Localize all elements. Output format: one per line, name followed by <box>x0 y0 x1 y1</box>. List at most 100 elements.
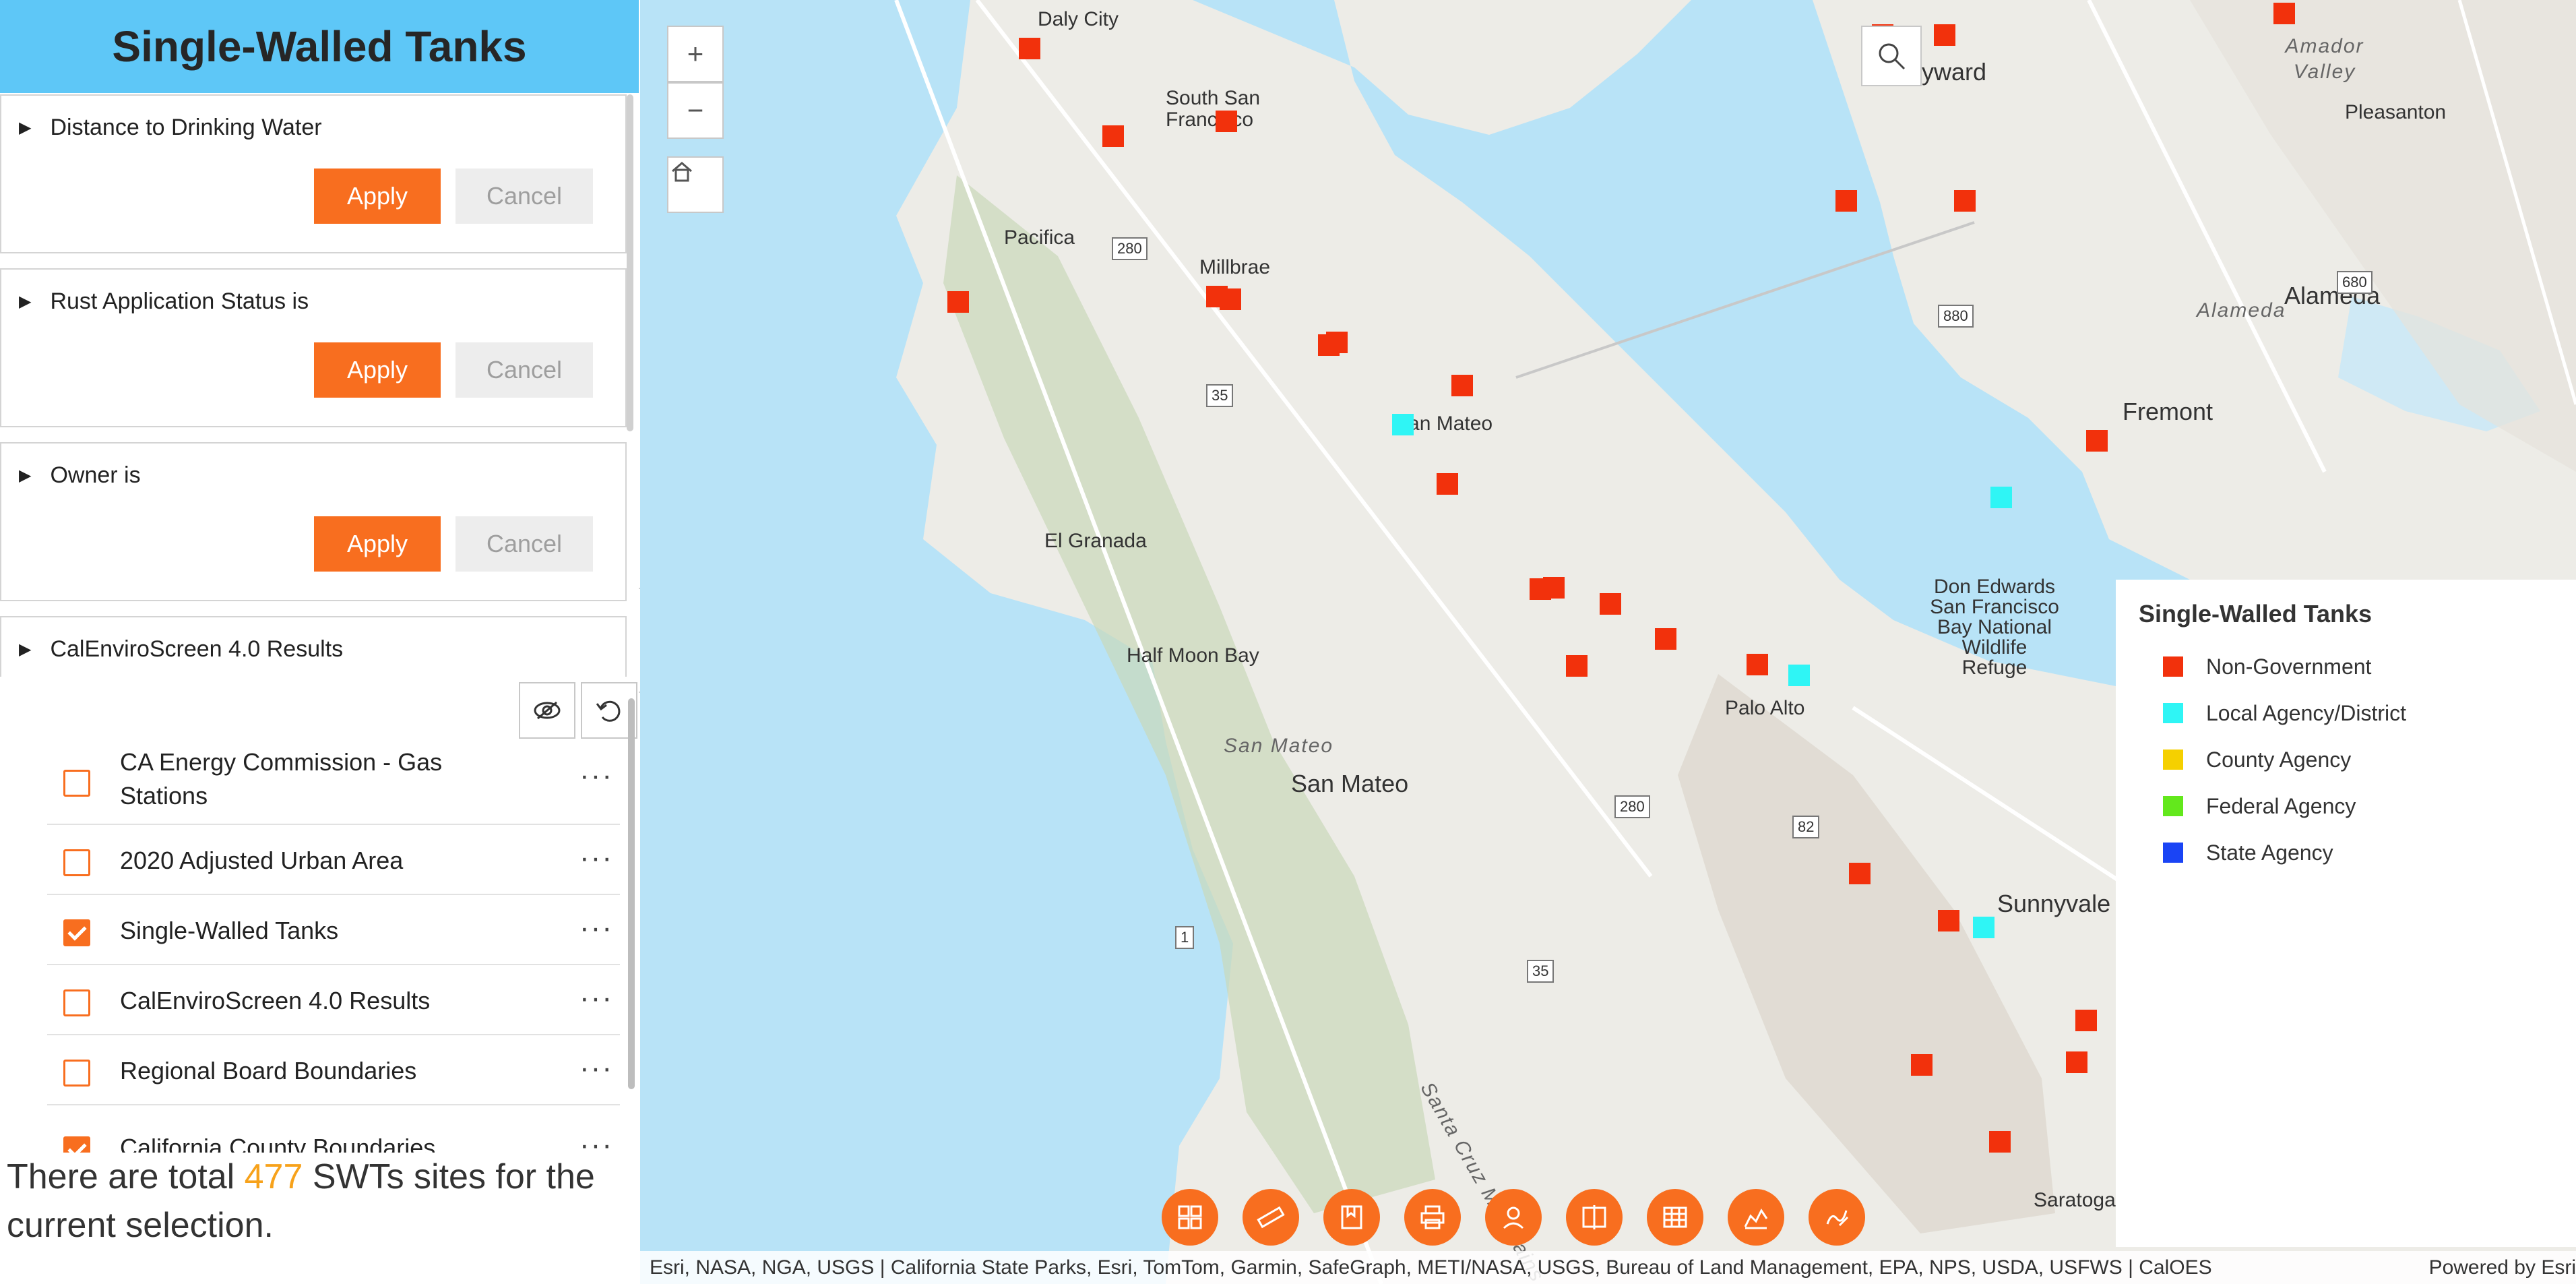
layer-row[interactable]: CalEnviroScreen 4.0 Results ··· <box>47 965 620 1035</box>
filter-expander-calenviroscreen[interactable]: ▶ CalEnviroScreen 4.0 Results <box>19 636 343 663</box>
layers-scrollbar[interactable] <box>628 698 635 1089</box>
cancel-button[interactable]: Cancel <box>455 342 593 398</box>
visibility-toggle-icon[interactable] <box>519 682 575 739</box>
layer-checkbox[interactable] <box>63 989 90 1016</box>
locate-icon[interactable] <box>1485 1189 1542 1246</box>
more-options-icon[interactable]: ··· <box>579 759 613 793</box>
tank-marker[interactable] <box>1954 190 1976 212</box>
tank-marker[interactable] <box>1973 917 1994 938</box>
chart-icon[interactable] <box>1728 1189 1784 1246</box>
tank-marker[interactable] <box>1102 125 1124 147</box>
tank-marker[interactable] <box>1938 910 1959 931</box>
tank-marker[interactable] <box>1911 1054 1933 1076</box>
layer-checkbox[interactable] <box>63 1060 90 1087</box>
tank-marker[interactable] <box>2086 430 2108 452</box>
tank-marker[interactable] <box>1566 655 1588 677</box>
layer-checkbox[interactable] <box>63 849 90 876</box>
place-label: Pleasanton <box>2345 101 2447 123</box>
layer-checkbox-checked[interactable] <box>63 919 90 946</box>
region-label: Amador Valley <box>2285 35 2364 83</box>
place-label: Pacifica <box>1004 226 1075 249</box>
layer-row[interactable]: Regional Board Boundaries ··· <box>47 1035 620 1105</box>
filter-expander-rust[interactable]: ▶ Rust Application Status is <box>19 288 309 315</box>
tank-marker[interactable] <box>1989 1131 2011 1153</box>
tank-marker[interactable] <box>1655 628 1676 650</box>
search-icon[interactable] <box>1861 26 1922 86</box>
layer-name: Single-Walled Tanks <box>120 917 339 944</box>
tank-marker[interactable] <box>1019 38 1040 59</box>
filter-card-owner: ▶ Owner is Apply Cancel <box>0 442 627 601</box>
legend-swatch <box>2163 843 2183 863</box>
filter-card-rust: ▶ Rust Application Status is Apply Cance… <box>0 268 627 427</box>
place-label: Millbrae <box>1199 256 1271 278</box>
more-options-icon[interactable]: ··· <box>579 911 613 945</box>
region-label: Alameda <box>2197 299 2286 322</box>
cancel-button[interactable]: Cancel <box>455 516 593 572</box>
draw-icon[interactable] <box>1809 1189 1865 1246</box>
legend-label: Non-Government <box>2206 654 2372 679</box>
measure-icon[interactable] <box>1243 1189 1299 1246</box>
legend-item: County Agency <box>2163 743 2351 776</box>
legend-swatch <box>2163 703 2183 723</box>
layer-row[interactable]: 2020 Adjusted Urban Area ··· <box>47 825 620 895</box>
tank-marker[interactable] <box>1835 190 1857 212</box>
more-options-icon[interactable]: ··· <box>579 841 613 875</box>
tank-marker[interactable] <box>1788 665 1810 686</box>
tank-marker[interactable] <box>2066 1051 2087 1073</box>
place-label: Half Moon Bay <box>1127 644 1259 667</box>
tank-marker[interactable] <box>1451 375 1473 396</box>
summary-prefix: There are total <box>7 1157 245 1196</box>
region-label: San Mateo <box>1224 735 1334 757</box>
tank-marker[interactable] <box>1437 473 1458 495</box>
tank-marker[interactable] <box>1216 111 1237 132</box>
layer-row[interactable]: Single-Walled Tanks ··· <box>47 895 620 965</box>
filter-expander-distance[interactable]: ▶ Distance to Drinking Water <box>19 115 322 141</box>
tank-marker[interactable] <box>1849 863 1871 884</box>
tank-marker[interactable] <box>1990 487 2012 508</box>
tank-marker[interactable] <box>947 291 969 313</box>
tank-marker[interactable] <box>2273 3 2295 24</box>
zoom-in-button[interactable]: + <box>667 26 724 82</box>
home-icon[interactable] <box>667 156 724 213</box>
filters-scrollbar[interactable] <box>627 94 633 431</box>
tank-marker[interactable] <box>1543 577 1565 599</box>
legend-label: State Agency <box>2206 840 2333 865</box>
layer-checkbox[interactable] <box>63 770 90 797</box>
apply-button[interactable]: Apply <box>314 516 441 572</box>
table-icon[interactable] <box>1647 1189 1703 1246</box>
powered-by-link[interactable]: Powered by Esri <box>2429 1251 2576 1284</box>
legend-label: Federal Agency <box>2206 793 2356 818</box>
bookmark-icon[interactable] <box>1323 1189 1380 1246</box>
layer-name: CalEnviroScreen 4.0 Results <box>120 987 431 1014</box>
tank-marker[interactable] <box>1747 654 1768 675</box>
layer-row[interactable]: CA Energy Commission - Gas Stations ··· <box>47 741 620 825</box>
legend-panel: Single-Walled Tanks Non-Government Local… <box>2116 580 2576 1247</box>
legend-label: County Agency <box>2206 747 2352 772</box>
place-label: Sunnyvale <box>1997 890 2111 917</box>
cancel-button[interactable]: Cancel <box>455 169 593 224</box>
swipe-icon[interactable] <box>1566 1189 1623 1246</box>
filter-label: CalEnviroScreen 4.0 Results <box>50 636 344 662</box>
print-icon[interactable] <box>1404 1189 1461 1246</box>
filter-expander-owner[interactable]: ▶ Owner is <box>19 462 141 489</box>
tank-marker[interactable] <box>1934 24 1955 46</box>
selection-summary: There are total 477 SWTs sites for the c… <box>7 1153 633 1250</box>
filter-card-calenviroscreen: ▶ CalEnviroScreen 4.0 Results <box>0 616 627 677</box>
tank-marker[interactable] <box>1326 332 1348 353</box>
caret-right-icon: ▶ <box>19 293 32 311</box>
tank-marker[interactable] <box>2075 1010 2097 1031</box>
summary-count: 477 <box>244 1157 303 1196</box>
legend-title: Single-Walled Tanks <box>2139 600 2373 628</box>
apply-button[interactable]: Apply <box>314 169 441 224</box>
grid-icon[interactable] <box>1162 1189 1218 1246</box>
zoom-out-button[interactable]: − <box>667 82 724 139</box>
tank-marker[interactable] <box>1600 593 1621 615</box>
legend-item: Local Agency/District <box>2163 696 2406 730</box>
map-attribution: Esri, NASA, NGA, USGS | California State… <box>640 1251 2576 1284</box>
apply-button[interactable]: Apply <box>314 342 441 398</box>
tank-marker[interactable] <box>1392 414 1414 435</box>
tank-marker[interactable] <box>1220 288 1241 310</box>
place-label: San Mateo <box>1291 770 1409 797</box>
more-options-icon[interactable]: ··· <box>579 1051 613 1085</box>
more-options-icon[interactable]: ··· <box>579 981 613 1015</box>
